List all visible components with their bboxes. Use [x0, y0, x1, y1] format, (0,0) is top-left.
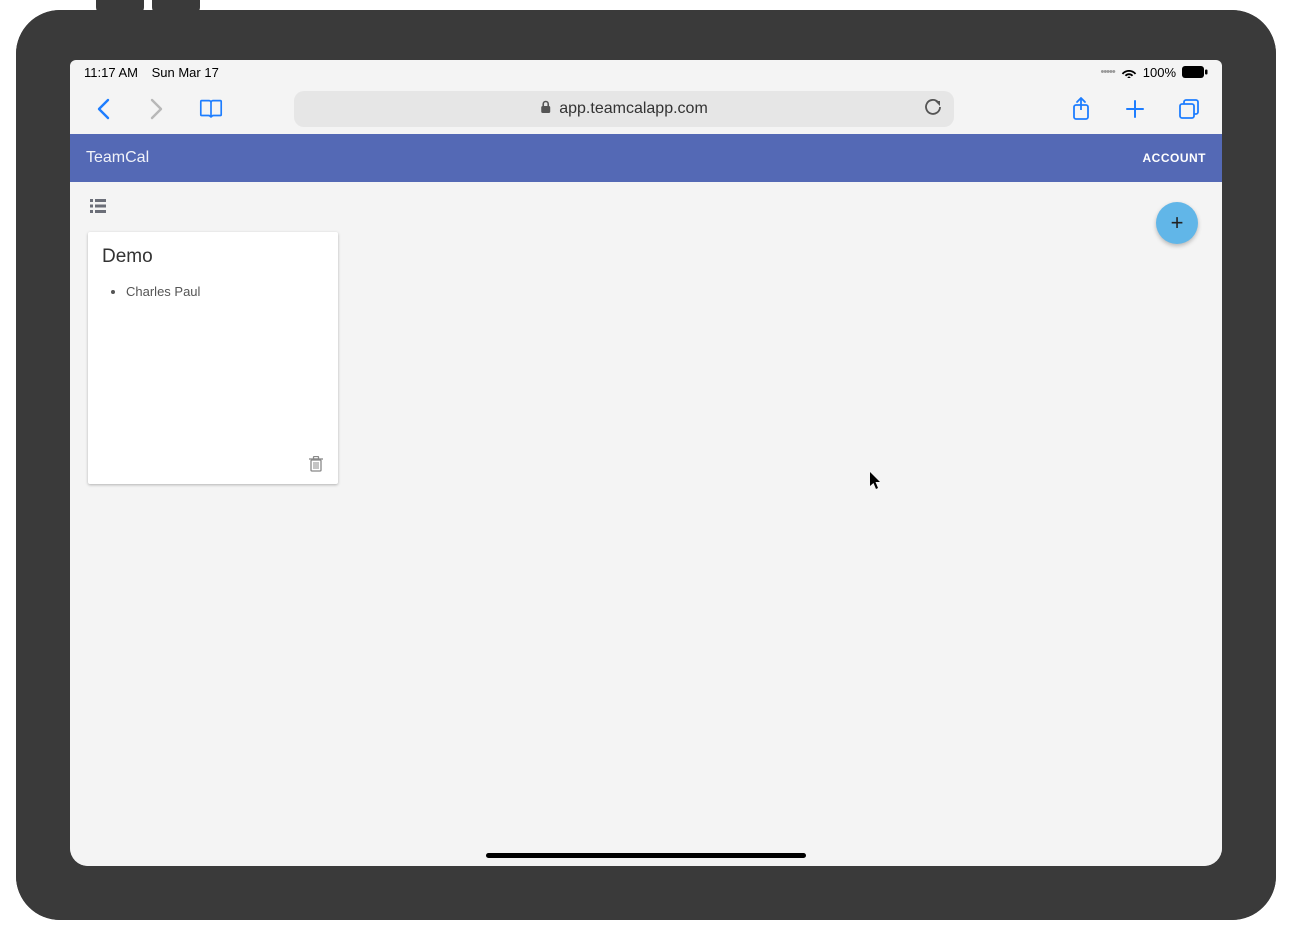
- status-right: ••••• 100%: [1100, 65, 1208, 80]
- app-header: TeamCal ACCOUNT: [70, 134, 1222, 182]
- add-fab-label: +: [1171, 210, 1184, 236]
- card-member-list: Charles Paul: [102, 284, 324, 303]
- bookmarks-button[interactable]: [198, 96, 224, 122]
- reload-button[interactable]: [924, 98, 942, 121]
- status-date: Sun Mar 17: [152, 65, 219, 80]
- list-view-toggle[interactable]: [88, 196, 108, 216]
- battery-icon: [1182, 66, 1208, 78]
- browser-toolbar: app.teamcalapp.com: [70, 84, 1222, 134]
- card-title: Demo: [102, 246, 324, 268]
- cell-signal-icon: •••••: [1100, 66, 1114, 78]
- add-fab[interactable]: +: [1156, 202, 1198, 244]
- share-button[interactable]: [1068, 96, 1094, 122]
- new-tab-button[interactable]: [1122, 96, 1148, 122]
- status-left: 11:17 AM Sun Mar 17: [84, 65, 219, 80]
- list-item: Charles Paul: [126, 284, 324, 299]
- device-bezel: 11:17 AM Sun Mar 17 ••••• 100%: [16, 10, 1276, 920]
- app-content: Demo Charles Paul +: [70, 182, 1222, 866]
- home-indicator[interactable]: [486, 853, 806, 858]
- battery-pct: 100%: [1143, 65, 1176, 80]
- url-host: app.teamcalapp.com: [559, 100, 708, 118]
- app-title: TeamCal: [86, 149, 149, 167]
- back-button[interactable]: [90, 96, 116, 122]
- team-card[interactable]: Demo Charles Paul: [88, 232, 338, 484]
- forward-button[interactable]: [144, 96, 170, 122]
- lock-icon: [540, 100, 551, 119]
- address-bar[interactable]: app.teamcalapp.com: [294, 91, 954, 127]
- delete-button[interactable]: [306, 454, 326, 474]
- status-bar: 11:17 AM Sun Mar 17 ••••• 100%: [70, 60, 1222, 84]
- wifi-icon: [1121, 66, 1137, 78]
- cursor-icon: [870, 472, 882, 495]
- tabs-button[interactable]: [1176, 96, 1202, 122]
- device-screen: 11:17 AM Sun Mar 17 ••••• 100%: [70, 60, 1222, 866]
- account-link[interactable]: ACCOUNT: [1143, 151, 1207, 165]
- status-time: 11:17 AM: [84, 65, 138, 80]
